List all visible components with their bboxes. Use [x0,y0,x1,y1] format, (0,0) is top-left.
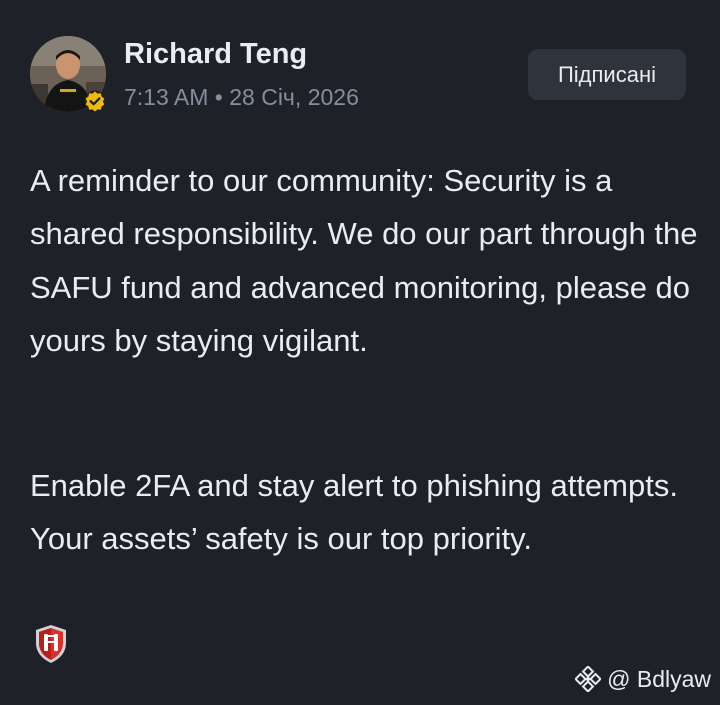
verified-badge-icon [84,90,106,112]
watermark-text: @ Bdlyaw [607,665,711,692]
following-button[interactable]: Підписані [528,49,686,100]
post-card: Richard Teng 7:13 AM • 28 Січ, 2026 Підп… [0,0,720,705]
meta-separator: • [214,84,223,110]
author-name[interactable]: Richard Teng [124,38,307,71]
post-date: 28 Січ, 2026 [229,84,359,110]
post-paragraph: A reminder to our community: Security is… [30,163,698,359]
shield-emoji-icon [36,625,66,663]
watermark: @ Bdlyaw [575,662,711,696]
post-paragraph: Enable 2FA and stay alert to phishing at… [30,468,678,557]
binance-logo-icon [575,666,602,692]
post-timestamp: 7:13 AM • 28 Січ, 2026 [124,84,359,111]
post-time: 7:13 AM [124,84,209,110]
